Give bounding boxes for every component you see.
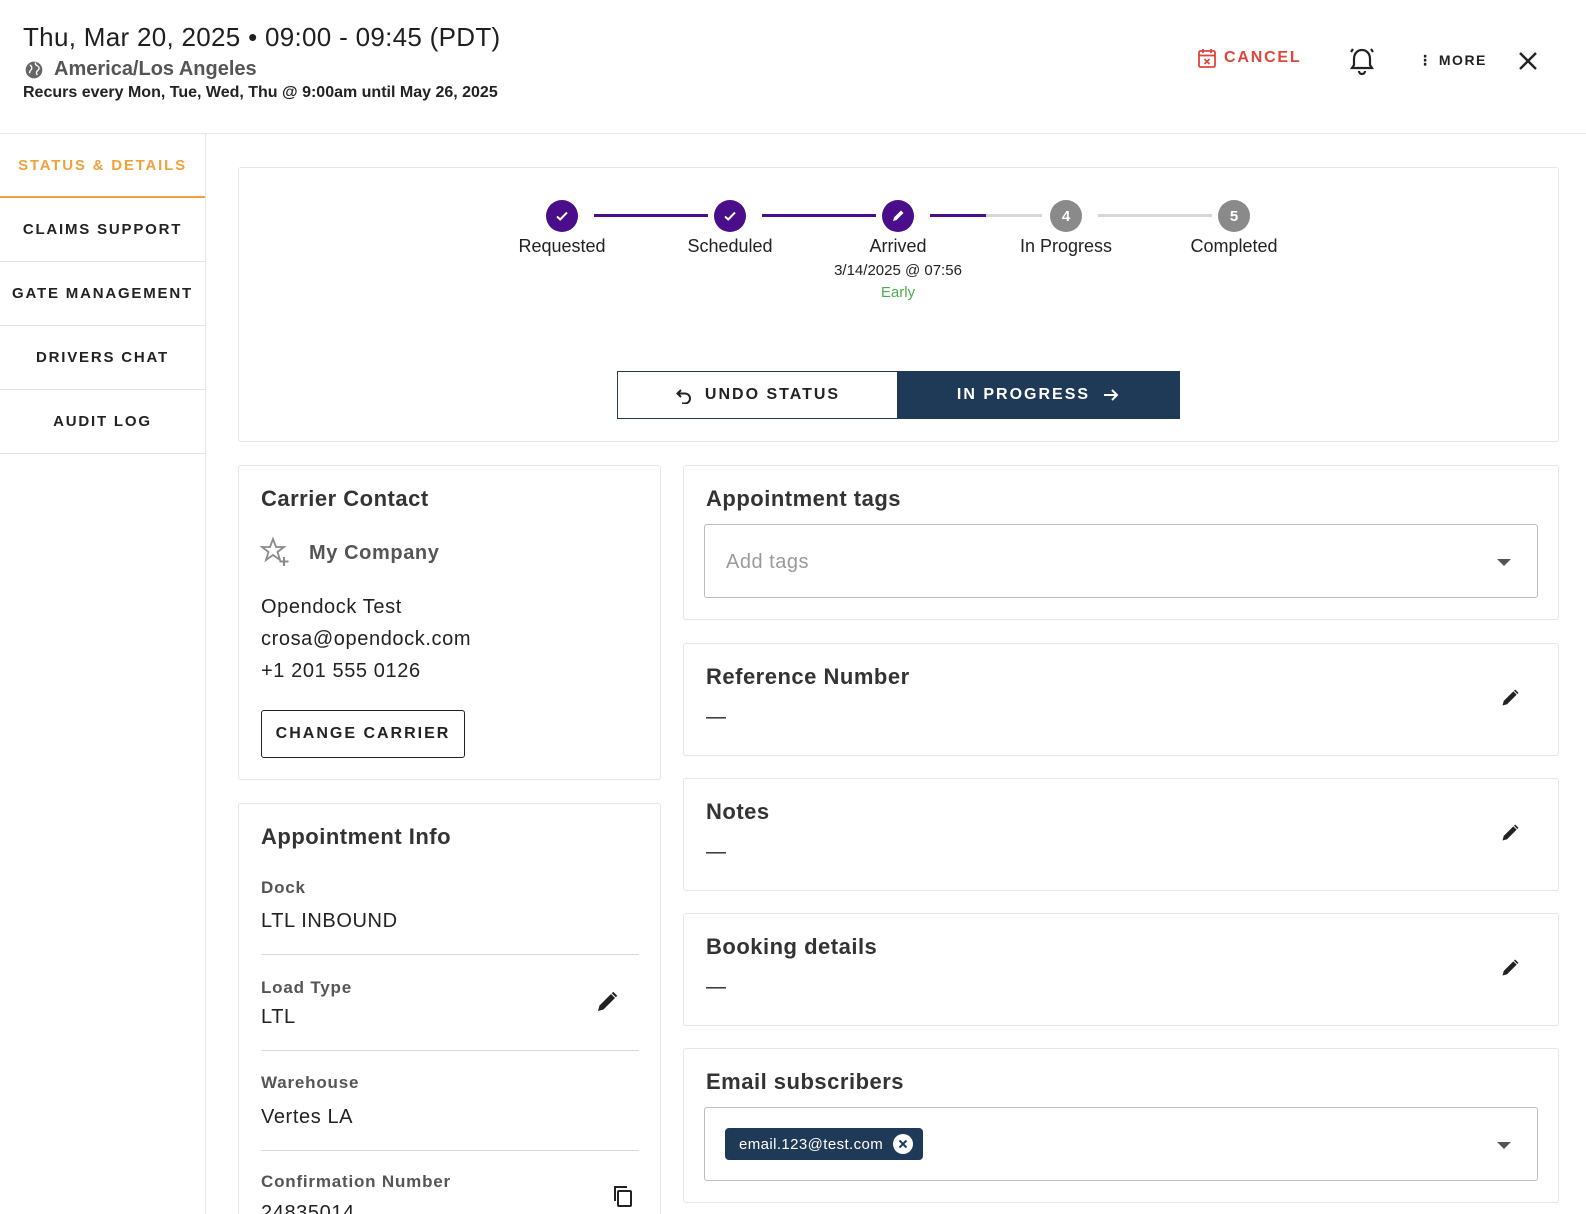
check-icon (724, 211, 736, 221)
appointment-tags-title: Appointment tags (706, 486, 901, 511)
notes-title: Notes (706, 799, 770, 824)
email-subscribers-card: Email subscribers email.123@test.com (683, 1048, 1559, 1203)
warehouse-label: Warehouse (261, 1073, 360, 1092)
notes-value: — (706, 841, 727, 863)
carrier-name: Opendock Test (261, 596, 402, 618)
tags-select[interactable]: Add tags (704, 524, 1538, 598)
carrier-company: My Company (309, 542, 440, 564)
arrival-status-badge: Early (880, 284, 916, 301)
alarm-bell-icon[interactable] (1348, 46, 1376, 76)
step-connector (1098, 214, 1212, 217)
email-subscribers-select[interactable]: email.123@test.com (704, 1107, 1538, 1181)
warehouse-value: Vertes LA (261, 1106, 354, 1128)
undo-status-button[interactable]: UNDO STATUS (617, 371, 898, 419)
dock-value: LTL INBOUND (261, 910, 398, 932)
globe-icon (25, 61, 43, 78)
reference-number-card: Reference Number — (683, 643, 1559, 756)
step-in-progress-label: In Progress (1019, 236, 1113, 256)
reference-number-value: — (706, 706, 727, 728)
reference-number-title: Reference Number (706, 664, 910, 689)
booking-details-card: Booking details — (683, 913, 1559, 1026)
divider (261, 954, 639, 955)
appointment-header: Thu, Mar 20, 2025 • 09:00 - 09:45 (PDT) … (0, 0, 1586, 134)
cancel-label: CANCEL (1224, 49, 1302, 66)
step-scheduled-label: Scheduled (687, 236, 773, 256)
timezone: America/Los Angeles (24, 58, 257, 81)
step-connector (986, 214, 1042, 217)
appointment-info-card: Appointment Info Dock LTL INBOUND Load T… (238, 803, 661, 1214)
arrived-timestamp: 3/14/2025 @ 07:56 (834, 262, 962, 279)
subscriber-chip: email.123@test.com (725, 1128, 924, 1160)
load-type-label: Load Type (261, 978, 352, 997)
undo-status-label: UNDO STATUS (704, 386, 841, 403)
step-connector (594, 214, 708, 217)
carrier-contact-title: Carrier Contact (261, 486, 429, 511)
divider (261, 1150, 639, 1151)
sidebar-item-status-details[interactable]: STATUS & DETAILS (0, 134, 205, 198)
load-type-value: LTL (261, 1006, 296, 1028)
arrow-right-icon (1104, 389, 1119, 401)
carrier-contact-card: Carrier Contact My Company Opendock Test… (238, 465, 661, 780)
next-status-button[interactable]: IN PROGRESS (897, 371, 1180, 419)
pencil-icon (893, 210, 904, 221)
remove-chip-icon[interactable] (893, 1134, 914, 1154)
sidebar-item-claims-support[interactable]: CLAIMS SUPPORT (0, 198, 205, 262)
sidebar-item-drivers-chat[interactable]: DRIVERS CHAT (0, 326, 205, 390)
step-arrived-indicator (882, 200, 914, 232)
chevron-down-icon (1497, 559, 1511, 566)
step-connector (762, 214, 876, 217)
next-status-label: IN PROGRESS (956, 386, 1091, 403)
edit-load-type-pencil-icon[interactable] (595, 990, 619, 1014)
star-add-icon[interactable] (259, 536, 291, 568)
tags-placeholder: Add tags (726, 551, 809, 573)
step-scheduled-indicator (714, 200, 746, 232)
step-arrived-label: Arrived (869, 236, 927, 256)
divider (261, 1050, 639, 1051)
confirmation-number-value: 24835014 (261, 1202, 355, 1214)
step-connector (930, 214, 986, 217)
step-completed-indicator: 5 (1218, 200, 1250, 232)
subscriber-email: email.123@test.com (739, 1135, 884, 1153)
appointment-info-title: Appointment Info (261, 824, 452, 849)
cancel-button[interactable]: CANCEL (1198, 48, 1301, 68)
sidebar-item-audit-log[interactable]: AUDIT LOG (0, 390, 205, 454)
step-requested-label: Requested (518, 236, 606, 256)
edit-reference-pencil-icon[interactable] (1500, 688, 1520, 708)
appointment-tags-card: Appointment tags Add tags (683, 465, 1559, 620)
email-subscribers-title: Email subscribers (706, 1069, 905, 1094)
check-icon (556, 211, 568, 221)
edit-notes-pencil-icon[interactable] (1500, 823, 1520, 843)
sidebar-item-gate-management[interactable]: GATE MANAGEMENT (0, 262, 205, 326)
calendar-x-icon (1198, 49, 1216, 68)
edit-booking-pencil-icon[interactable] (1500, 958, 1520, 978)
copy-icon[interactable] (611, 1184, 635, 1208)
timezone-label: America/Los Angeles (54, 58, 257, 80)
confirmation-number-label: Confirmation Number (261, 1172, 451, 1191)
change-carrier-button[interactable]: CHANGE CARRIER (261, 710, 465, 758)
booking-details-value: — (706, 976, 727, 998)
close-icon[interactable] (1516, 49, 1540, 73)
booking-details-title: Booking details (706, 934, 878, 959)
carrier-email: crosa@opendock.com (261, 628, 472, 650)
chevron-down-icon (1497, 1142, 1511, 1149)
recurrence-text: Recurs every Mon, Tue, Wed, Thu @ 9:00am… (23, 84, 498, 101)
notes-card: Notes — (683, 778, 1559, 891)
sidebar-nav: STATUS & DETAILS CLAIMS SUPPORT GATE MAN… (0, 134, 206, 1214)
more-menu-button[interactable]: ⋮ MORE (1418, 52, 1487, 69)
step-in-progress-indicator: 4 (1050, 200, 1082, 232)
step-requested-indicator (546, 200, 578, 232)
step-completed-label: Completed (1190, 236, 1278, 256)
dock-label: Dock (261, 878, 306, 897)
appointment-datetime: Thu, Mar 20, 2025 • 09:00 - 09:45 (PDT) (23, 22, 501, 52)
undo-icon (675, 389, 691, 404)
carrier-phone: +1 201 555 0126 (261, 660, 421, 682)
